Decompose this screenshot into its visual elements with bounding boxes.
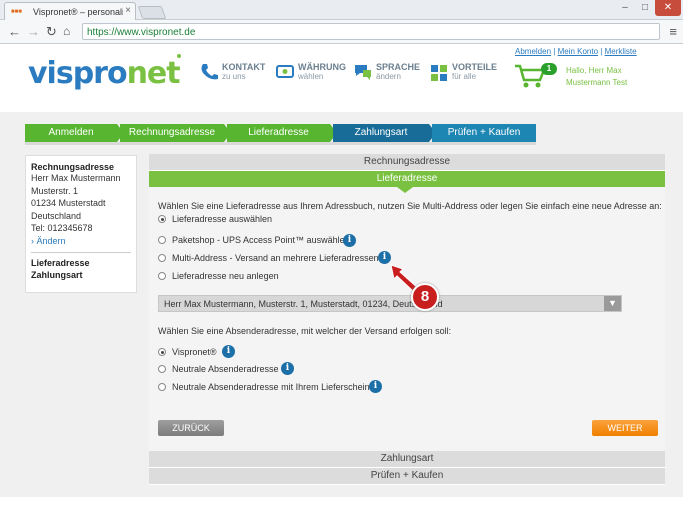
sidebar-billing-line: Tel: 012345678 <box>31 223 93 233</box>
language-icon <box>355 65 371 80</box>
advantages-icon <box>431 65 447 81</box>
sidebar-billing-line: 01234 Musterstadt <box>31 198 106 208</box>
new-tab-button[interactable] <box>137 6 167 19</box>
logo-dot <box>177 54 181 58</box>
step-anmelden[interactable]: Anmelden <box>25 124 124 142</box>
radio-unselected[interactable] <box>158 272 166 280</box>
step-label: Anmelden <box>48 127 94 138</box>
link-separator: | <box>553 47 556 56</box>
step-label: Lieferadresse <box>248 127 309 138</box>
browser-tab[interactable]: ■■■ Vispronet® – personalisi × <box>4 2 136 20</box>
section-payment-header[interactable]: Zahlungsart <box>149 451 665 467</box>
wishlist-link[interactable]: Merkliste <box>605 47 637 56</box>
url-text: https://www.vispronet.de <box>87 27 196 38</box>
sidebar-delivery-title: Lieferadresse <box>31 258 90 268</box>
nav-sprache-title: SPRACHE <box>376 62 421 72</box>
option-label: Vispronet® <box>172 347 217 357</box>
browser-titlebar: ■■■ Vispronet® – personalisi × – □ ✕ <box>0 0 683 20</box>
radio-unselected[interactable] <box>158 365 166 373</box>
greeting-line2: Mustermann Test <box>566 78 628 87</box>
sidebar-billing-line: Deutschland <box>31 210 82 221</box>
logout-link[interactable]: Abmelden <box>515 47 551 56</box>
delivery-section-body <box>149 187 665 451</box>
account-links: Abmelden | Mein Konto | Merkliste <box>515 47 637 56</box>
nav-vorteile-sub: für alle <box>452 72 477 81</box>
url-bar[interactable]: https://www.vispronet.de <box>82 23 660 40</box>
back-button[interactable]: ZURÜCK <box>158 420 224 436</box>
link-separator: | <box>600 47 603 56</box>
window-close-icon[interactable]: ✕ <box>655 0 681 16</box>
step-label: Rechnungsadresse <box>128 127 216 138</box>
delivery-intro-text: Wählen Sie eine Lieferadresse aus Ihrem … <box>158 201 662 211</box>
nav-vorteile-title: VORTEILE <box>452 62 498 72</box>
option-label: Multi-Address - Versand an mehrere Liefe… <box>172 253 379 263</box>
sidebar-billing-title: Rechnungsadresse <box>31 162 115 172</box>
sidebar-payment-title: Zahlungsart <box>31 270 83 280</box>
tab-title: Vispronet® – personalisi <box>33 7 123 17</box>
info-icon[interactable]: i <box>281 362 294 375</box>
sidebar-billing-line: Herr Max Mustermann <box>31 173 121 183</box>
option-label: Paketshop - UPS Access Point™ auswählen <box>172 235 350 245</box>
header-notch <box>397 187 413 193</box>
step-label: Prüfen + Kaufen <box>447 127 521 138</box>
phone-icon <box>201 64 218 80</box>
radio-selected[interactable] <box>158 348 166 356</box>
cart-count-badge: 1 <box>541 63 557 75</box>
step-pruefen-kaufen[interactable]: Prüfen + Kaufen <box>432 124 536 142</box>
option-label: Neutrale Absenderadresse <box>172 364 279 374</box>
maximize-icon[interactable]: □ <box>635 0 655 16</box>
greeting-line1: Hallo, Herr Max <box>566 66 622 75</box>
sidebar-divider <box>31 252 131 253</box>
step-rechnungsadresse[interactable]: Rechnungsadresse <box>120 124 231 142</box>
currency-icon <box>276 65 294 78</box>
arrow-right-icon[interactable]: → <box>27 24 40 39</box>
vispronet-logo[interactable]: vispronet <box>28 56 181 91</box>
next-button[interactable]: WEITER <box>592 420 658 436</box>
window-controls: – □ ✕ <box>615 0 681 18</box>
home-icon[interactable]: ⌂ <box>63 24 70 38</box>
logo-net: net <box>126 56 181 91</box>
my-account-link[interactable]: Mein Konto <box>558 47 598 56</box>
favicon-icon: ■■■ <box>11 9 22 15</box>
user-greeting: Hallo, Herr Max Mustermann Test <box>566 65 627 89</box>
close-icon[interactable]: × <box>125 5 131 16</box>
info-icon[interactable]: i <box>343 234 356 247</box>
step-zahlungsart[interactable]: Zahlungsart <box>333 124 436 142</box>
nav-waehrung-sub: wählen <box>298 72 324 81</box>
option-label: Neutrale Absenderadresse mit Ihrem Liefe… <box>172 382 370 392</box>
nav-kontakt-sub: zu uns <box>222 72 246 81</box>
sender-intro-text: Wählen Sie eine Absenderadresse, mit wel… <box>158 326 452 336</box>
section-review-header[interactable]: Prüfen + Kaufen <box>149 468 665 484</box>
checkout-panel: Rechnungsadresse Lieferadresse Wählen Si… <box>149 154 665 485</box>
info-icon[interactable]: i <box>222 345 235 358</box>
delivery-address-select[interactable]: Herr Max Mustermann, Musterstr. 1, Muste… <box>158 295 622 312</box>
radio-unselected[interactable] <box>158 236 166 244</box>
section-delivery-header: Lieferadresse <box>149 171 665 187</box>
nav-sprache-sub: ändern <box>376 72 401 81</box>
sidebar-billing-line: Musterstr. 1 <box>31 185 79 196</box>
step-label: Zahlungsart <box>354 127 408 138</box>
arrow-left-icon[interactable]: ← <box>8 24 21 39</box>
option-label: Lieferadresse auswählen <box>172 214 273 224</box>
minimize-icon[interactable]: – <box>615 0 635 16</box>
radio-unselected[interactable] <box>158 254 166 262</box>
nav-kontakt-title: KONTAKT <box>222 62 266 72</box>
callout-number-badge: 8 <box>411 283 439 311</box>
chevron-down-icon[interactable]: ▼ <box>604 296 621 311</box>
info-icon[interactable]: i <box>369 380 382 393</box>
change-address-link[interactable]: › Ändern <box>31 235 131 248</box>
steps-underline <box>25 142 536 145</box>
radio-selected[interactable] <box>158 215 166 223</box>
order-summary-sidebar: Rechnungsadresse Herr Max Mustermann Mus… <box>25 155 137 293</box>
logo-vispro: vispro <box>28 56 128 91</box>
nav-waehrung-title: WÄHRUNG <box>298 62 346 72</box>
hamburger-menu-icon[interactable]: ≡ <box>669 24 677 39</box>
radio-unselected[interactable] <box>158 383 166 391</box>
option-label: Lieferadresse neu anlegen <box>172 271 279 281</box>
address-toolbar: ← → ↻ ⌂ https://www.vispronet.de ≡ <box>0 20 683 44</box>
reload-icon[interactable]: ↻ <box>46 24 57 40</box>
section-billing-header[interactable]: Rechnungsadresse <box>149 154 665 170</box>
select-value: Herr Max Mustermann, Musterstr. 1, Muste… <box>164 299 443 309</box>
step-lieferadresse[interactable]: Lieferadresse <box>227 124 337 142</box>
